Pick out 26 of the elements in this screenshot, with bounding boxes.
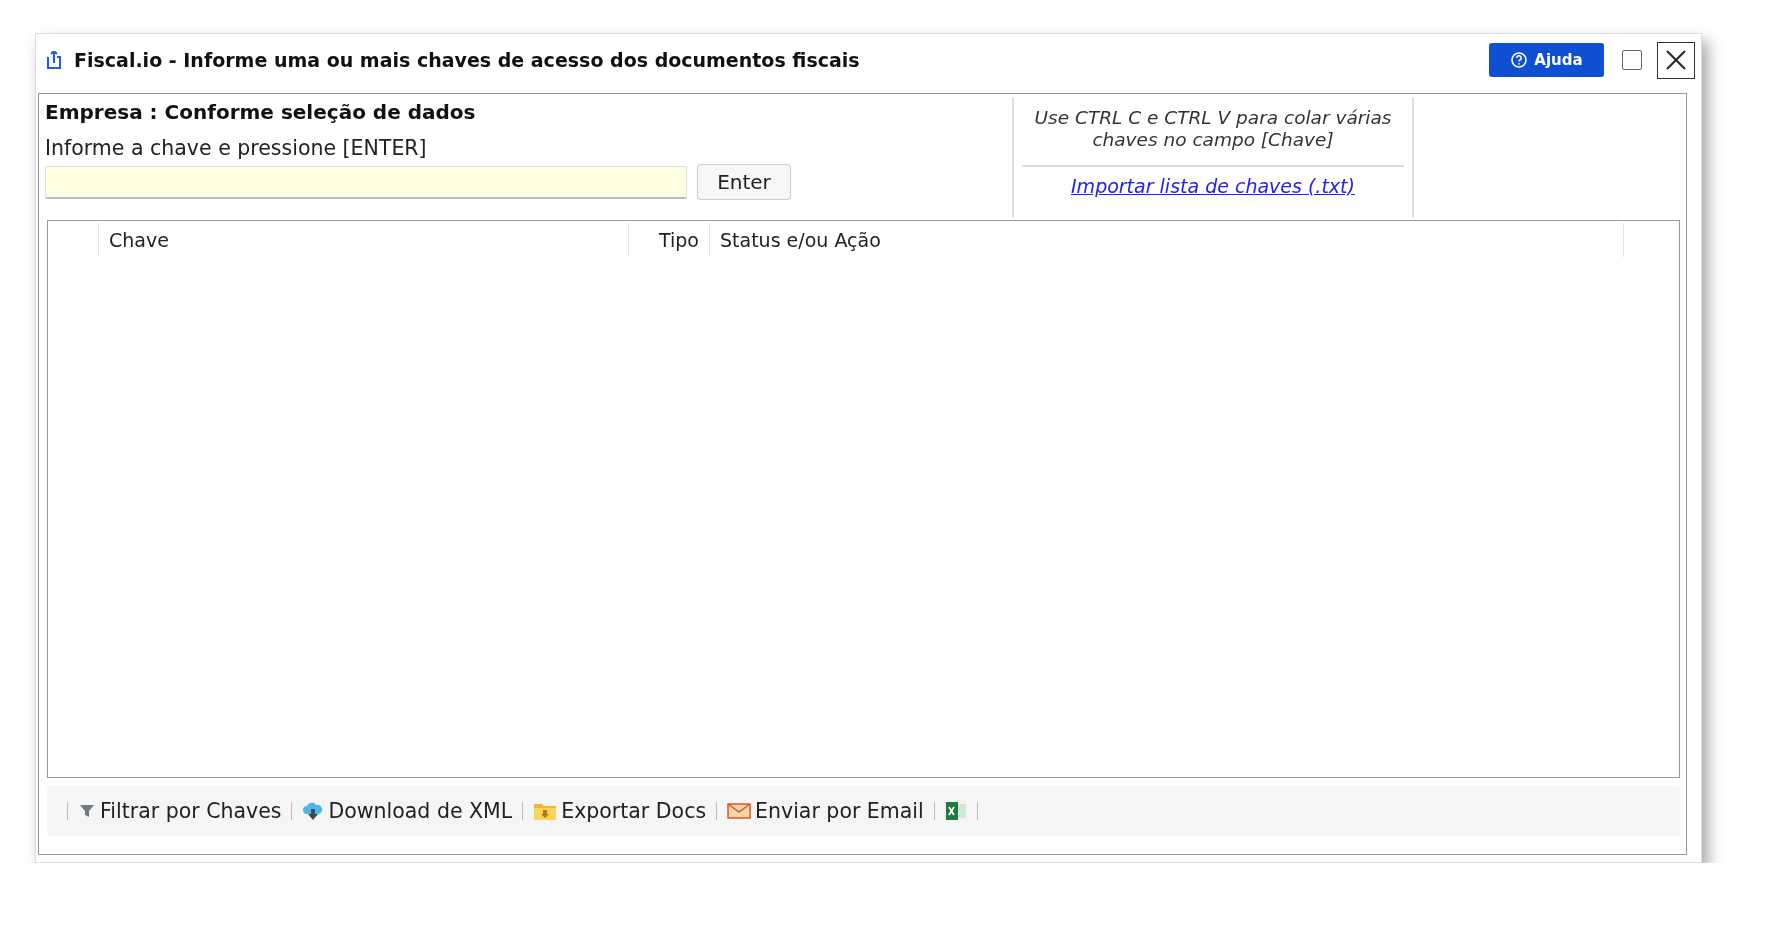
- close-button[interactable]: [1657, 41, 1695, 79]
- maximize-button[interactable]: [1622, 50, 1642, 70]
- company-label: Empresa : Conforme seleção de dados: [45, 100, 476, 124]
- export-button[interactable]: Exportar Docs: [533, 799, 707, 823]
- import-link[interactable]: Importar lista de chaves (.txt): [1071, 175, 1355, 197]
- enter-button[interactable]: Enter: [697, 164, 791, 200]
- filter-button[interactable]: Filtrar por Chaves: [78, 799, 282, 823]
- spreadsheet-icon: [944, 801, 967, 821]
- envelope-icon: [727, 802, 752, 820]
- folder-icon: [533, 801, 558, 821]
- column-header: Chave: [99, 223, 629, 257]
- help-button[interactable]: Ajuda: [1489, 43, 1604, 77]
- close-icon: [1665, 49, 1687, 71]
- cloud-download-icon: [302, 801, 325, 821]
- paste-hint: Use CTRL C e CTRL V para colar várias chaves no campo [Chave]: [1033, 107, 1393, 153]
- download-button[interactable]: Download de XML: [302, 799, 513, 823]
- filter-icon: [78, 802, 96, 820]
- key-input-field[interactable]: [45, 165, 687, 199]
- help-icon: [1510, 51, 1529, 69]
- column-header: Status e/ou Ação: [710, 223, 1624, 257]
- email-button[interactable]: Enviar por Email: [727, 799, 924, 823]
- prompt-label: Informe a chave e pressione [ENTER]: [45, 136, 427, 160]
- window-title: Fiscal.io - Informe uma ou mais chaves de acesso dos documentos fiscais: [74, 49, 861, 71]
- excel-export-button[interactable]: [944, 801, 967, 821]
- column-header: Tipo: [629, 223, 710, 257]
- app-icon: [46, 51, 62, 69]
